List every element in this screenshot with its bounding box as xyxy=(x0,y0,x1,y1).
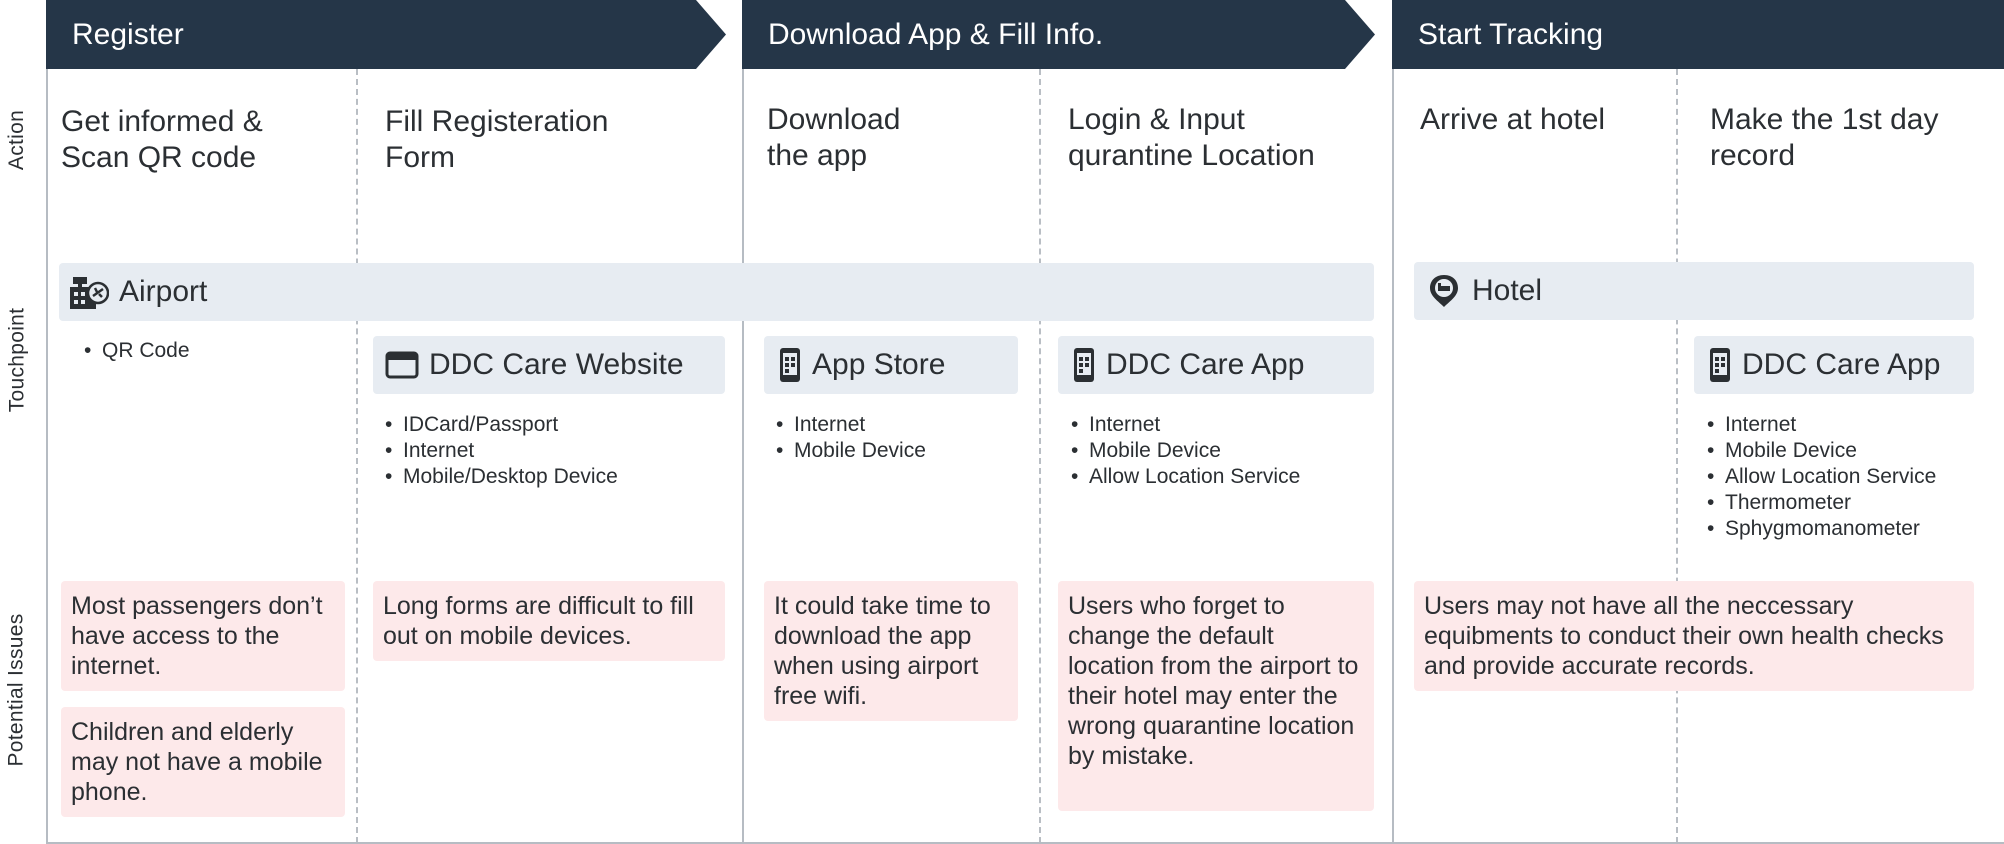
hotel-pin-icon xyxy=(1426,272,1462,310)
issue-missing-equipment: Users may not have all the neccessary eq… xyxy=(1414,581,1974,691)
touchpoint-app-store: App Store xyxy=(764,336,1018,394)
touchpoint-airport: Airport xyxy=(59,263,1374,321)
list-item: QR Code xyxy=(82,338,190,364)
step-divider xyxy=(1039,69,1041,843)
phase-divider xyxy=(742,69,744,843)
touchpoint-hotel: Hotel xyxy=(1414,262,1974,320)
website-requirements: IDCard/Passport Internet Mobile/Desktop … xyxy=(383,412,618,490)
action-scan-qr: Get informed & Scan QR code xyxy=(61,105,263,174)
touchpoint-ddc-app-label: DDC Care App xyxy=(1106,348,1305,381)
list-item: Internet xyxy=(383,438,618,464)
mobile-phone-icon xyxy=(1072,346,1096,384)
phase-register: Register xyxy=(46,0,726,69)
row-label-touchpoint: Touchpoint xyxy=(5,307,29,413)
list-item: Internet xyxy=(1069,412,1300,438)
list-item: Mobile Device xyxy=(1069,438,1300,464)
list-item: Mobile Device xyxy=(1705,438,1936,464)
touchpoint-ddc-app-tracking: DDC Care App xyxy=(1694,336,1974,394)
row-label-action: Action xyxy=(5,109,29,171)
airport-icon xyxy=(67,273,109,311)
list-item: Mobile Device xyxy=(774,438,926,464)
issue-slow-download: It could take time to download the app w… xyxy=(764,581,1018,721)
action-arrive-hotel: Arrive at hotel xyxy=(1420,103,1606,136)
touchpoint-hotel-label: Hotel xyxy=(1472,274,1543,307)
touchpoint-ddc-app: DDC Care App xyxy=(1058,336,1374,394)
issue-no-mobile-phone: Children and elderly may not have a mobi… xyxy=(61,707,345,817)
airport-requirements: QR Code xyxy=(82,338,190,364)
touchpoint-website-label: DDC Care Website xyxy=(429,348,684,381)
action-fill-form: Fill Registeration Form xyxy=(385,105,609,174)
issue-long-forms: Long forms are difficult to fill out on … xyxy=(373,581,725,661)
touchpoint-app-store-label: App Store xyxy=(812,348,946,381)
list-item: Internet xyxy=(774,412,926,438)
row-label-potential-issues: Potential Issues xyxy=(5,613,28,767)
touchpoint-airport-label: Airport xyxy=(119,275,208,308)
action-first-record: Make the 1st day record xyxy=(1710,103,1939,172)
list-item: Internet xyxy=(1705,412,1936,438)
action-download-app: Download the app xyxy=(767,103,901,172)
browser-window-icon xyxy=(385,351,419,379)
list-item: Allow Location Service xyxy=(1705,464,1936,490)
step-divider xyxy=(1676,69,1678,843)
issue-no-internet: Most passengers don’t have access to the… xyxy=(61,581,345,691)
list-item: IDCard/Passport xyxy=(383,412,618,438)
phase-divider xyxy=(1392,69,1394,843)
mobile-phone-icon xyxy=(1708,346,1732,384)
app-store-requirements: Internet Mobile Device xyxy=(774,412,926,464)
mobile-phone-icon xyxy=(778,346,802,384)
step-divider xyxy=(356,69,358,843)
touchpoint-ddc-website: DDC Care Website xyxy=(373,336,725,394)
list-item: Thermometer xyxy=(1705,490,1936,516)
list-item: Sphygmomanometer xyxy=(1705,516,1936,542)
ddc-app-tracking-requirements: Internet Mobile Device Allow Location Se… xyxy=(1705,412,1936,542)
list-item: Mobile/Desktop Device xyxy=(383,464,618,490)
action-login-location: Login & Input qurantine Location xyxy=(1068,103,1315,172)
grid-left-border xyxy=(46,69,48,843)
ddc-app-requirements: Internet Mobile Device Allow Location Se… xyxy=(1069,412,1300,490)
issue-wrong-location: Users who forget to change the default l… xyxy=(1058,581,1374,811)
phase-start-tracking: Start Tracking xyxy=(1392,0,2004,69)
touchpoint-ddc-app-tracking-label: DDC Care App xyxy=(1742,348,1941,381)
list-item: Allow Location Service xyxy=(1069,464,1300,490)
phase-download-app: Download App & Fill Info. xyxy=(742,0,1375,69)
